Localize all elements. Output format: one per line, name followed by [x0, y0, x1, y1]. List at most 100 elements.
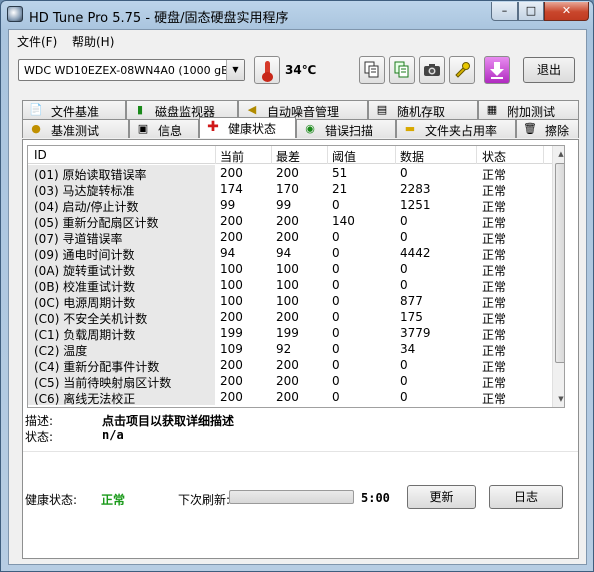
- speaker-icon: ◀: [247, 103, 257, 116]
- status-row: 健康状态: 正常 下次刷新: 5:00 更新 日志: [23, 483, 578, 513]
- table-cell: 200: [276, 310, 299, 324]
- tab-extra-tests[interactable]: ▦ 附加测试: [478, 100, 579, 119]
- table-cell: 100: [220, 294, 243, 308]
- table-cell: 200: [220, 390, 243, 404]
- health-panel: ID 当前 最差 阈值 数据 状态 (01) 原始读取错误率 200 200 51 0 正…: [22, 139, 579, 559]
- table-cell: 100: [276, 294, 299, 308]
- copy-button[interactable]: [359, 56, 385, 84]
- divider: [23, 451, 578, 452]
- table-cell: 0: [400, 374, 408, 388]
- table-cell: 170: [276, 182, 299, 196]
- tab-random-access[interactable]: ▤ 随机存取: [368, 100, 478, 119]
- scroll-thumb[interactable]: [555, 163, 564, 363]
- table-cell: 100: [220, 262, 243, 276]
- table-row[interactable]: (C1) 负载周期计数 199 199 0 3779 正常: [28, 325, 564, 342]
- table-row[interactable]: (09) 通电时间计数 94 94 0 4442 正常: [28, 245, 564, 262]
- table-row[interactable]: (C5) 当前待映射扇区计数 200 200 0 0 正常: [28, 373, 564, 390]
- scroll-up-icon[interactable]: ▲: [553, 146, 564, 162]
- smart-table[interactable]: ID 当前 最差 阈值 数据 状态 (01) 原始读取错误率 200 200 51 0 正…: [27, 145, 565, 408]
- tab-benchmark[interactable]: ● 基准测试: [22, 119, 129, 138]
- tab-folder-usage[interactable]: ▬ 文件夹占用率: [396, 119, 516, 138]
- thermometer-icon: [254, 56, 280, 84]
- camera-icon: [424, 64, 440, 76]
- table-cell: 0: [400, 214, 408, 228]
- disk-monitor-icon: ▮: [136, 103, 144, 116]
- screenshot-button[interactable]: [419, 56, 445, 84]
- exit-button[interactable]: 退出: [523, 57, 575, 83]
- benchmark-icon: ●: [31, 122, 41, 135]
- col-header-worst[interactable]: 最差: [276, 148, 300, 165]
- table-cell: 3779: [400, 326, 431, 340]
- col-header-data[interactable]: 数据: [400, 148, 424, 165]
- table-cell: 200: [276, 358, 299, 372]
- table-cell: 0: [400, 390, 408, 404]
- download-button[interactable]: [484, 56, 510, 84]
- table-cell: 199: [220, 326, 243, 340]
- table-row[interactable]: (0B) 校准重试计数 100 100 0 0 正常: [28, 277, 564, 294]
- table-row[interactable]: (04) 启动/停止计数 99 99 0 1251 正常: [28, 197, 564, 214]
- refresh-button[interactable]: 更新: [407, 485, 476, 509]
- log-button[interactable]: 日志: [489, 485, 563, 509]
- minimize-button[interactable]: –: [491, 2, 518, 21]
- table-row[interactable]: (C4) 重新分配事件计数 200 200 0 0 正常: [28, 357, 564, 374]
- col-header-id[interactable]: ID: [34, 148, 47, 162]
- table-cell: 0: [332, 198, 340, 212]
- col-header-status[interactable]: 状态: [482, 148, 506, 165]
- folder-usage-icon: ▬: [404, 122, 416, 135]
- copy-all-button[interactable]: [389, 56, 415, 84]
- table-cell: 4442: [400, 246, 431, 260]
- app-icon: [7, 6, 23, 22]
- table-cell: 100: [276, 262, 299, 276]
- table-cell: 200: [276, 374, 299, 388]
- table-row[interactable]: (0C) 电源周期计数 100 100 0 877 正常: [28, 293, 564, 310]
- col-header-threshold[interactable]: 阈值: [332, 148, 356, 165]
- table-cell: 199: [276, 326, 299, 340]
- table-row[interactable]: (C6) 离线无法校正 200 200 0 0 正常: [28, 389, 564, 406]
- table-cell: 0: [400, 278, 408, 292]
- table-row[interactable]: (C0) 不安全关机计数 200 200 0 175 正常: [28, 309, 564, 326]
- tab-info[interactable]: ▣ 信息: [129, 119, 199, 138]
- chevron-down-icon[interactable]: ▼: [226, 60, 244, 80]
- table-cell: 100: [276, 278, 299, 292]
- drive-select[interactable]: WDC WD10EZEX-08WN4A0 (1000 gB) ▼: [18, 59, 245, 81]
- menu-help[interactable]: 帮助(H): [72, 33, 114, 50]
- maximize-button[interactable]: □: [518, 2, 544, 21]
- table-row[interactable]: (07) 寻道错误率 200 200 0 0 正常: [28, 229, 564, 246]
- options-button[interactable]: [449, 56, 475, 84]
- state-label: 状态:: [25, 430, 54, 444]
- temperature-readout: 34℃: [285, 63, 317, 77]
- table-cell: 200: [220, 310, 243, 324]
- scroll-down-icon[interactable]: ▼: [553, 391, 564, 407]
- random-access-icon: ▤: [376, 103, 388, 116]
- table-cell: 0: [332, 278, 340, 292]
- table-row[interactable]: (0A) 旋转重试计数 100 100 0 0 正常: [28, 261, 564, 278]
- table-cell: 877: [400, 294, 423, 308]
- close-button[interactable]: ✕: [544, 2, 589, 21]
- table-cell: 0: [332, 262, 340, 276]
- table-cell: 0: [332, 326, 340, 340]
- vertical-scrollbar[interactable]: ▲ ▼: [552, 146, 564, 407]
- table-row[interactable]: (01) 原始读取错误率 200 200 51 0 正常: [28, 165, 564, 182]
- table-row[interactable]: (C2) 温度 109 92 0 34 正常: [28, 341, 564, 358]
- state-value: n/a: [102, 428, 124, 442]
- table-row[interactable]: (03) 马达旋转标准 174 170 21 2283 正常: [28, 181, 564, 198]
- tab-error-scan[interactable]: ◉ 错误扫描: [296, 119, 396, 138]
- options-icon: [455, 62, 470, 78]
- col-header-current[interactable]: 当前: [220, 148, 244, 165]
- health-status-label: 健康状态:: [25, 493, 78, 507]
- copy-icon: [364, 61, 379, 78]
- tab-erase[interactable]: 🗑 擦除: [516, 119, 579, 138]
- table-cell: 正常: [482, 392, 507, 406]
- refresh-progress-bar: [229, 490, 354, 504]
- table-cell: 100: [220, 278, 243, 292]
- table-cell: 0: [332, 294, 340, 308]
- table-cell: 200: [276, 390, 299, 404]
- tab-file-benchmark[interactable]: 📄 文件基准: [22, 100, 126, 119]
- table-cell: 200: [276, 230, 299, 244]
- table-row[interactable]: (05) 重新分配扇区计数 200 200 140 0 正常: [28, 213, 564, 230]
- table-cell: 99: [276, 198, 292, 212]
- tab-health[interactable]: ✚ 健康状态: [199, 117, 296, 138]
- menu-file[interactable]: 文件(F): [17, 33, 57, 50]
- table-cell: 92: [276, 342, 292, 356]
- title-bar[interactable]: HD Tune Pro 5.75 - 硬盘/固态硬盘实用程序 – □ ✕: [1, 1, 593, 28]
